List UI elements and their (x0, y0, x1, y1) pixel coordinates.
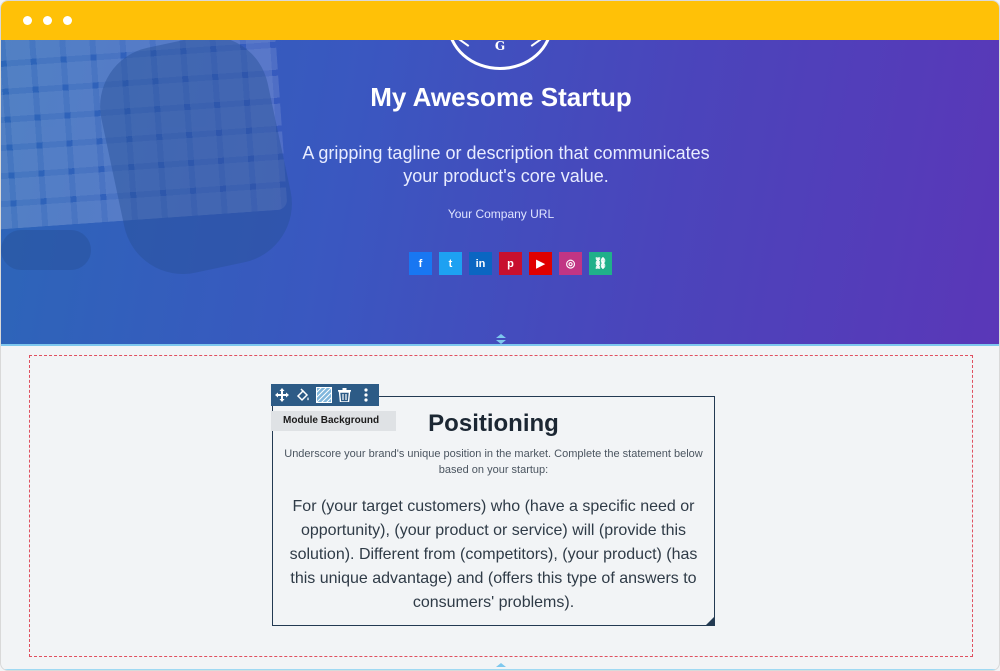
more-options-icon[interactable] (355, 384, 376, 406)
trash-icon[interactable] (334, 384, 355, 406)
positioning-statement[interactable]: For (your target customers) who (have a … (279, 495, 708, 615)
hand-background-image (1, 230, 91, 270)
window-control-dot[interactable] (43, 16, 52, 25)
hero-tagline[interactable]: A gripping tagline or description that c… (291, 142, 721, 188)
link-icon[interactable]: ⛓ (589, 252, 612, 275)
resize-corner-icon[interactable] (705, 616, 715, 626)
hero-section[interactable]: G My Awesome Startup A gripping tagline … (1, 40, 999, 344)
move-icon[interactable] (271, 384, 292, 406)
pinterest-icon[interactable]: p (499, 252, 522, 275)
twitter-icon[interactable]: t (439, 252, 462, 275)
paint-bucket-icon[interactable] (292, 384, 313, 406)
module-background-label[interactable]: Module Background (271, 411, 396, 431)
company-url[interactable]: Your Company URL (1, 207, 999, 221)
background-pattern-icon[interactable] (313, 384, 334, 406)
window-control-dot[interactable] (23, 16, 32, 25)
linkedin-icon[interactable]: in (469, 252, 492, 275)
section-divider (1, 344, 999, 346)
browser-frame: G My Awesome Startup A gripping tagline … (0, 0, 1000, 671)
page-title[interactable]: My Awesome Startup (1, 82, 999, 113)
module-toolbar (271, 384, 379, 406)
logo-letter: G (494, 40, 506, 53)
instagram-icon[interactable]: ◎ (559, 252, 582, 275)
section-resize-handle-icon[interactable] (495, 334, 507, 344)
positioning-subtitle[interactable]: Underscore your brand's unique position … (281, 446, 706, 478)
youtube-icon[interactable]: ▶ (529, 252, 552, 275)
window-titlebar (1, 1, 999, 40)
facebook-icon[interactable]: f (409, 252, 432, 275)
social-icons: f t in p ▶ ◎ ⛓ (409, 252, 612, 275)
window-control-dot[interactable] (63, 16, 72, 25)
company-logo: G (447, 40, 553, 70)
